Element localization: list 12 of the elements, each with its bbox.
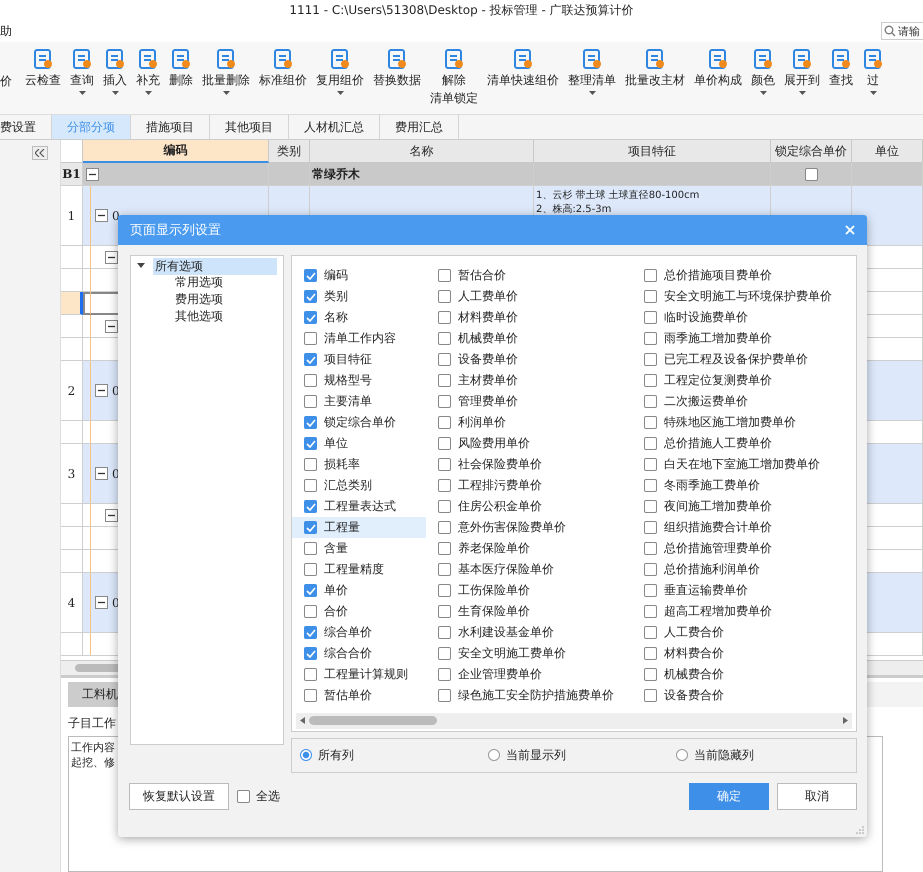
row-number: 2: [68, 384, 76, 398]
row-number: 3: [68, 466, 76, 480]
dialog-title: 页面显示列设置: [130, 222, 221, 239]
window-title: 1111 - C:\Users\51308\Desktop - 投标管理 - 广联达预算计价: [289, 2, 634, 18]
cell-text: 2、株高:2.5-3m: [536, 202, 612, 216]
row-number: 4: [68, 596, 76, 610]
cell-text: 1、云杉 带土球 土球直径80-100cm: [536, 188, 700, 202]
row-number: B1: [62, 167, 81, 181]
cell-text: 0: [112, 208, 120, 222]
row-number: 1: [68, 208, 76, 222]
section-label: 子目工作: [68, 715, 116, 732]
cell-text: 常绿乔木: [312, 166, 360, 182]
